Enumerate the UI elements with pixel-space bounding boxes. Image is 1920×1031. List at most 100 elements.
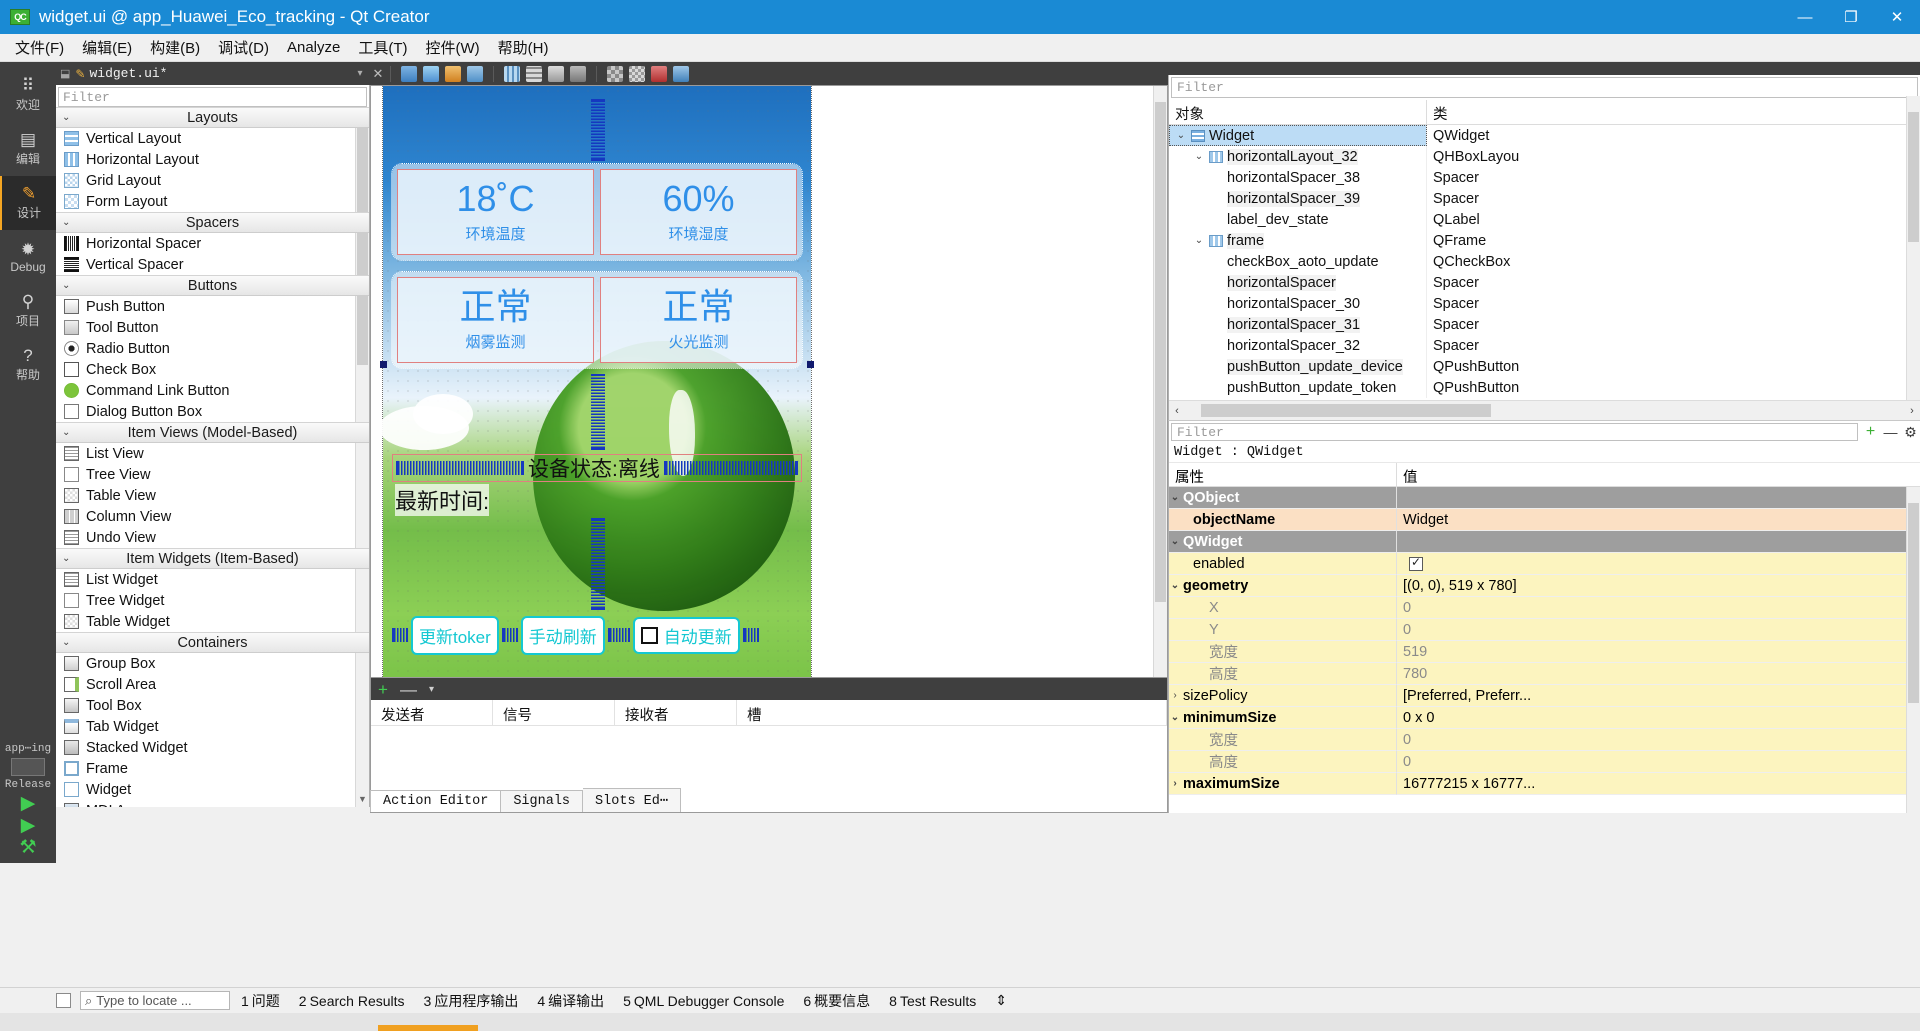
widget-item-vertical-spacer[interactable]: Vertical Spacer [56,254,369,275]
column-sender[interactable]: 发送者 [371,700,493,725]
property-value-cell[interactable]: 0 [1397,729,1920,751]
output-pane-qmldebug[interactable]: 5 QML Debugger Console [615,991,792,1011]
object-row-name-cell[interactable]: ⌄ Widget [1169,125,1427,146]
open-file-name[interactable]: widget.ui* [89,66,167,81]
card-smoke[interactable]: 正常 烟雾监测 [397,277,594,363]
pushButton-update-token[interactable]: 更新toker [411,615,499,655]
chevron-down-icon[interactable]: ▾ [429,684,434,695]
property-key-cell[interactable]: › maximumSize [1169,773,1397,795]
property-row[interactable]: Y0 [1169,619,1920,641]
property-value-cell[interactable]: Widget [1397,509,1920,531]
property-value-cell[interactable]: 0 [1397,751,1920,773]
chevron-down-icon[interactable]: ⌄ [1175,130,1187,141]
widget-item-tree-widget[interactable]: Tree Widget [56,590,369,611]
property-key-cell[interactable]: 宽度 [1169,729,1397,751]
property-key-cell[interactable]: Y [1169,619,1397,641]
chevron-down-icon[interactable]: ⌄ [1169,536,1181,547]
object-row-name-cell[interactable]: checkBox_aoto_update [1169,251,1427,272]
property-value-cell[interactable] [1397,487,1920,509]
property-key-cell[interactable]: 高度 [1169,663,1397,685]
edit-widgets-icon[interactable] [401,65,418,82]
object-inspector-vthumb[interactable] [1908,112,1919,242]
object-row[interactable]: horizontalSpacer Spacer [1169,272,1920,293]
widget-item-tree-view[interactable]: Tree View [56,464,369,485]
card-fire[interactable]: 正常 火光监测 [600,277,797,363]
scroll-right-icon[interactable]: › [1904,405,1920,417]
output-toggle-button[interactable] [56,993,71,1008]
widget-item-radio-button[interactable]: Radio Button [56,338,369,359]
output-pane-compile[interactable]: 4 编译输出 [529,989,612,1013]
debug-run-button[interactable]: ▶ [21,816,36,835]
object-row[interactable]: ⌄ horizontalLayout_32 QHBoxLayou [1169,146,1920,167]
menu-edit[interactable]: 编辑(E) [73,34,141,61]
run-button[interactable]: ▶ [21,794,36,813]
form-editor-scrollbar[interactable] [1153,86,1167,677]
widget-item-push-button[interactable]: Push Button [56,296,369,317]
property-editor-table[interactable]: ⌄QObjectobjectNameWidget⌄QWidgetenabled⌄… [1169,487,1920,795]
output-pane-overview[interactable]: 6 概要信息 [795,989,878,1013]
property-key-cell[interactable]: 高度 [1169,751,1397,773]
property-key-cell[interactable]: objectName [1169,509,1397,531]
column-value[interactable]: 值 [1397,463,1418,486]
widget-item-mdi-area[interactable]: MDI Area [56,800,369,807]
property-editor-filter[interactable]: Filter [1171,423,1858,441]
mode-help[interactable]: ? 帮助 [0,338,56,392]
locator-input[interactable]: ⌕ Type to locate ... [80,991,230,1010]
mode-edit[interactable]: ▤ 编辑 [0,122,56,176]
object-row[interactable]: checkBox_aoto_update QCheckBox [1169,251,1920,272]
property-row[interactable]: 宽度 519 [1169,641,1920,663]
object-row-name-cell[interactable]: horizontalSpacer_38 [1169,167,1427,188]
card-temperature[interactable]: 18˚C 环境温度 [397,169,594,255]
widget-item-vertical-layout[interactable]: Vertical Layout [56,128,369,149]
property-key-cell[interactable]: 宽度 [1169,641,1397,663]
property-key-cell[interactable]: ⌄ QObject [1169,487,1397,509]
property-row[interactable]: › sizePolicy [Preferred, Preferr... [1169,685,1920,707]
output-pane-apptoutput[interactable]: 3 应用程序输出 [416,989,527,1013]
object-inspector-vscroll[interactable] [1906,96,1920,400]
layout-vertical-icon[interactable] [526,65,543,82]
horizontal-spacer-39[interactable] [663,461,798,475]
mode-design[interactable]: ✎ 设计 [0,176,56,230]
gear-icon[interactable]: ⚙ [1903,424,1918,441]
widget-group-header[interactable]: ⌄ Containers [56,632,369,653]
widget-item-list-widget[interactable]: List Widget [56,569,369,590]
widget-group-header[interactable]: ⌄ Spacers [56,212,369,233]
add-connection-button[interactable]: + [378,681,388,698]
object-row-name-cell[interactable]: horizontalSpacer_32 [1169,335,1427,356]
property-row[interactable]: 高度 780 [1169,663,1920,685]
output-pane-search[interactable]: 2 Search Results [291,991,413,1011]
property-row[interactable]: ⌄ QObject [1169,487,1920,509]
property-key-cell[interactable]: › sizePolicy [1169,685,1397,707]
property-value-cell[interactable] [1397,531,1920,553]
property-key-cell[interactable]: ⌄ QWidget [1169,531,1397,553]
object-row[interactable]: horizontalSpacer_39 Spacer [1169,188,1920,209]
scroll-left-icon[interactable]: ‹ [1169,405,1185,417]
property-key-cell[interactable]: X [1169,597,1397,619]
layout-form-icon[interactable] [629,65,646,82]
edit-tab-order-icon[interactable] [467,65,484,82]
property-key-cell[interactable]: ⌄ geometry [1169,575,1397,597]
chevron-down-icon[interactable]: ⌄ [1193,151,1205,162]
widget-group-header[interactable]: ⌄ Layouts [56,107,369,128]
edit-buddies-icon[interactable] [445,65,462,82]
pushButton-update-device[interactable]: 手动刷新 [520,615,605,655]
remove-connection-button[interactable]: — [400,681,417,698]
object-inspector-hthumb[interactable] [1201,404,1491,417]
object-row[interactable]: horizontalSpacer_30 Spacer [1169,293,1920,314]
property-value-cell[interactable]: [(0, 0), 519 x 780] [1397,575,1920,597]
object-row[interactable]: pushButton_update_device QPushButton [1169,356,1920,377]
output-pane-testresults[interactable]: 8 Test Results [881,991,984,1011]
object-row-name-cell[interactable]: label_dev_state [1169,209,1427,230]
property-row[interactable]: objectName Widget [1169,509,1920,531]
widget-item-dialog-button-box[interactable]: Dialog Button Box [56,401,369,422]
widget-item-command-link-button[interactable]: Command Link Button [56,380,369,401]
adjust-size-icon[interactable] [673,65,690,82]
close-file-icon[interactable]: ✕ [373,66,384,82]
object-row-name-cell[interactable]: horizontalSpacer_31 [1169,314,1427,335]
device-state-row[interactable]: 设备状态:离线 [392,454,802,482]
enabled-checkbox[interactable] [1409,555,1423,571]
object-row[interactable]: pushButton_update_token QPushButton [1169,377,1920,398]
chevron-right-icon[interactable]: › [1169,778,1181,789]
widget-box-filter[interactable]: Filter [58,87,367,107]
property-value-cell[interactable]: 0 x 0 [1397,707,1920,729]
